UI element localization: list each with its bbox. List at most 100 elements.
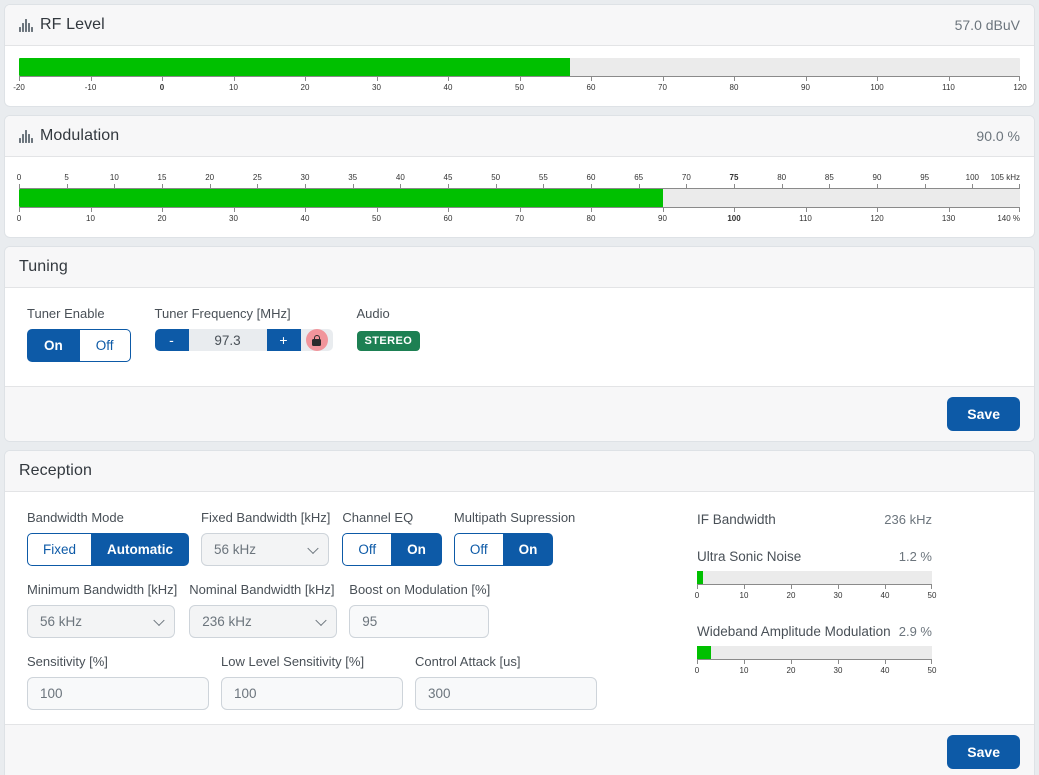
axis-tick-label: 40 [880,666,890,675]
frequency-decrement-button[interactable]: - [154,329,189,351]
axis-tick-label: -10 [84,83,97,92]
axis-tick-label: 70 [658,83,667,92]
ultra-sonic-noise-label: Ultra Sonic Noise [697,549,802,564]
axis-tick-label: 80 [586,214,596,223]
frequency-lock-button[interactable] [300,329,333,351]
control-attack-input[interactable]: 300 [415,677,597,710]
wideband-am-stat: Wideband Amplitude Modulation 2.9 % 0 10 2… [695,624,937,675]
axis-tick [376,76,378,81]
low-level-sensitivity-input[interactable]: 100 [221,677,403,710]
axis-tick-label: 20 [786,666,796,675]
boost-on-modulation-input[interactable]: 95 [349,605,490,638]
wideband-am-fill [697,646,711,659]
tuner-enable-field: Tuner Enable On Off [27,306,131,362]
nominal-bandwidth-field: Nominal Bandwidth [kHz] 236 kHz [189,582,338,638]
axis-tick-label: 120 [1013,83,1027,92]
reception-header: Reception [5,451,1034,492]
reception-form: Bandwidth Mode Fixed Automatic Fixed Ban… [27,510,667,710]
modulation-axis-percent: 0 10 20 30 40 50 60 70 80 90 100 110 120 130 140 % [16,207,1020,227]
wideband-am-axis: 0 10 20 30 40 50 [695,659,936,675]
channel-eq-label: Channel EQ [342,510,414,525]
channel-eq-toggle[interactable]: Off On [342,533,442,566]
multipath-supression-label: Multipath Supression [453,510,576,525]
reception-footer: Save [5,724,1034,775]
axis-tick-label: 90 [872,173,882,182]
sensitivity-label: Sensitivity [%] [27,654,108,669]
minimum-bandwidth-select[interactable]: 56 kHz [27,605,175,638]
tuning-title: Tuning [19,258,68,275]
fixed-bandwidth-value: 56 kHz [214,542,257,557]
nominal-bandwidth-select[interactable]: 236 kHz [189,605,338,638]
tuner-enable-on-button[interactable]: On [27,329,80,362]
axis-tick [305,76,306,81]
channel-eq-on-button[interactable]: On [392,533,442,566]
axis-tick [791,584,792,589]
modulation-card: Modulation 90.0 % 0 5 10 15 20 25 30 35 40 45 50 55… [4,115,1035,238]
axis-tick-label: 30 [372,83,381,92]
axis-tick-label: 35 [348,173,358,182]
axis-tick-label: 50 [927,591,937,600]
bandwidth-mode-label: Bandwidth Mode [27,510,124,525]
signal-icon [19,129,33,143]
modulation-value: 90.0 % [976,128,1020,144]
multipath-on-button[interactable]: On [503,533,554,566]
frequency-increment-button[interactable]: + [266,329,301,351]
frequency-value[interactable]: 97.3 [188,329,267,351]
low-level-sensitivity-label: Low Level Sensitivity [%] [221,654,365,669]
axis-tick [744,584,745,589]
tuning-body: Tuner Enable On Off Tuner Frequency [MHz… [5,288,1034,386]
multipath-supression-toggle[interactable]: Off On [453,533,575,566]
tuner-enable-toggle[interactable]: On Off [27,329,131,362]
axis-tick-label: 0 [159,83,165,92]
axis-tick-label: 0 [16,214,22,223]
axis-tick [744,659,745,664]
ultra-sonic-noise-axis: 0 10 20 30 40 50 [695,584,936,600]
channel-eq-off-button[interactable]: Off [342,533,393,566]
axis-tick [948,76,950,81]
axis-tick [662,207,664,212]
axis-tick-label: 20 [205,173,215,182]
bandwidth-mode-automatic-button[interactable]: Automatic [92,533,190,566]
axis-tick [519,76,521,81]
rf-level-title: RF Level [40,16,105,33]
rf-level-axis: -20 -10 0 10 20 30 40 50 60 70 80 90 100 110 120 [13,76,1027,96]
rf-level-body: -20 -10 0 10 20 30 40 50 60 70 80 90 100 110 120 [5,46,1034,106]
modulation-axis-khz: 0 5 10 15 20 25 30 35 40 45 50 55 60 65 70 75 80 85 90 95 10… [16,169,1020,189]
axis-tick-label: 0 [16,173,22,182]
tuner-frequency-stepper[interactable]: - 97.3 + [154,329,333,351]
modulation-fill [19,189,663,207]
low-level-sensitivity-field: Low Level Sensitivity [%] 100 [221,654,403,710]
multipath-supression-field: Multipath Supression Off On [453,510,576,566]
axis-tick-label: 45 [443,173,453,182]
axis-tick [448,207,449,212]
axis-tick-label: 100 [870,83,884,92]
multipath-off-button[interactable]: Off [453,533,504,566]
bandwidth-mode-fixed-button[interactable]: Fixed [27,533,93,566]
fixed-bandwidth-field: Fixed Bandwidth [kHz] 56 kHz [201,510,330,566]
axis-tick [885,584,886,589]
axis-tick [662,76,664,81]
axis-tick [305,207,306,212]
axis-tick-label: 30 [300,173,310,182]
modulation-track [19,189,1020,207]
reception-title: Reception [19,462,92,479]
tuner-enable-off-button[interactable]: Off [79,329,131,362]
reception-save-button[interactable]: Save [947,735,1020,769]
modulation-header: Modulation 90.0 % [5,116,1034,157]
axis-tick [162,207,163,212]
minimum-bandwidth-field: Minimum Bandwidth [kHz] 56 kHz [27,582,177,638]
tuning-save-button[interactable]: Save [947,397,1020,431]
axis-tick-label: 50 [515,83,524,92]
sensitivity-input[interactable]: 100 [27,677,209,710]
chevron-down-icon [307,542,319,554]
axis-tick [376,207,378,212]
axis-tick-label: 90 [801,83,810,92]
fixed-bandwidth-select[interactable]: 56 kHz [201,533,330,566]
bandwidth-mode-toggle[interactable]: Fixed Automatic [27,533,190,566]
rf-level-card: RF Level 57.0 dBuV -20 -10 0 10 20 30 40 50 60 70… [4,4,1035,107]
chevron-down-icon [315,614,327,626]
axis-tick-label: 60 [586,83,596,92]
ultra-sonic-noise-value: 1.2 % [898,549,932,564]
reception-stats: IF Bandwidth 236 kHz Ultra Sonic Noise 1… [695,510,1012,710]
axis-tick-label: 40 [880,591,890,600]
